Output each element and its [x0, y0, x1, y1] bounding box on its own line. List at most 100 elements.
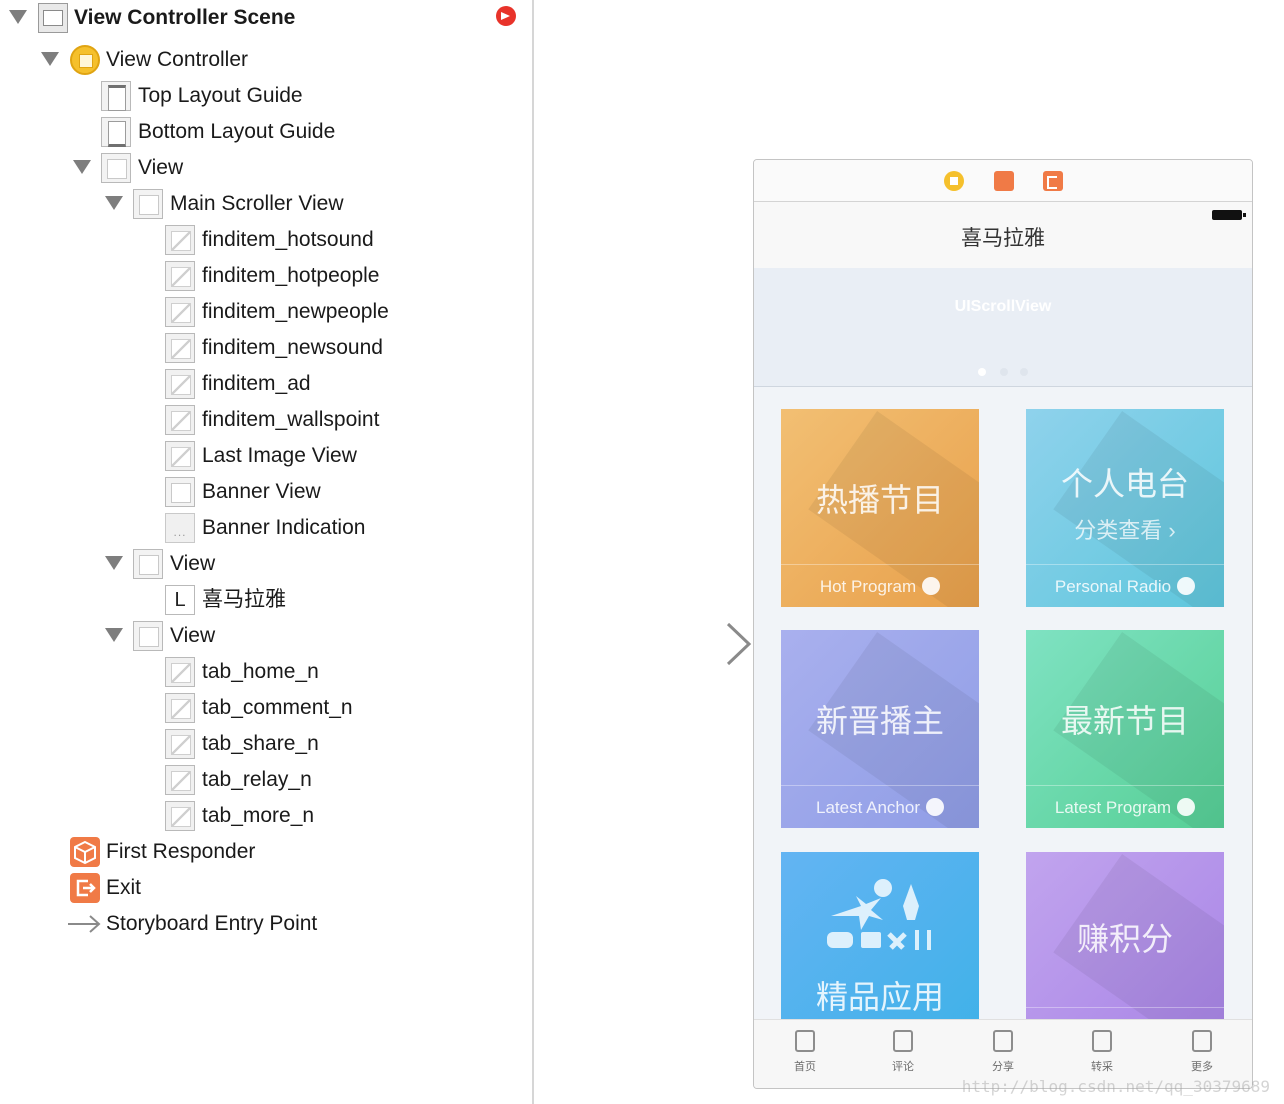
disclosure-triangle-icon[interactable] [73, 160, 91, 174]
outline-label: finditem_wallspoint [202, 408, 380, 431]
tile-title: 新晋播主 [815, 703, 944, 739]
scene-dock [754, 160, 1252, 202]
outline-row-banner-view[interactable]: Banner View [0, 474, 532, 510]
tile-divider [1026, 1007, 1224, 1008]
image-view-icon [165, 441, 195, 471]
disclosure-triangle-icon[interactable] [105, 628, 123, 642]
tab-share[interactable]: 分享 [973, 1028, 1033, 1080]
storyboard-canvas[interactable]: 喜马拉雅 UIScrollView 热播节目 Hot Program 个人电台 … [534, 0, 1284, 1104]
tile-divider [781, 564, 979, 565]
outline-row-view-3[interactable]: View [0, 618, 532, 654]
outline-row-view-controller[interactable]: View Controller [0, 42, 532, 78]
tile-english-text: Personal Radio [1054, 577, 1172, 596]
outline-row-tab-home[interactable]: tab_home_n [0, 654, 532, 690]
outline-label: finditem_ad [202, 372, 311, 395]
main-scroller-view[interactable]: 热播节目 Hot Program 个人电台 分类查看 › Personal Ra… [754, 387, 1252, 1050]
tile-subtitle[interactable]: 分类查看 › [1026, 513, 1224, 545]
tile-title: 个人电台 [1060, 466, 1189, 502]
outline-row-scene[interactable]: View Controller Scene [0, 0, 532, 36]
more-icon [1192, 1030, 1212, 1052]
view-controller-device[interactable]: 喜马拉雅 UIScrollView 热播节目 Hot Program 个人电台 … [753, 159, 1253, 1089]
outline-row-bottom-layout-guide[interactable]: Bottom Layout Guide [0, 114, 532, 150]
outline-row-top-layout-guide[interactable]: Top Layout Guide [0, 78, 532, 114]
outline-row-view-2[interactable]: View [0, 546, 532, 582]
outline-label: finditem_hotsound [202, 228, 374, 251]
outline-row-finditem-newpeople[interactable]: finditem_newpeople [0, 294, 532, 330]
outline-label: First Responder [106, 840, 256, 863]
image-view-icon [165, 333, 195, 363]
page-dot-active[interactable] [978, 368, 986, 376]
share-icon [993, 1030, 1013, 1052]
image-view-icon [165, 405, 195, 435]
tab-label: 评论 [892, 1061, 914, 1073]
outline-row-finditem-hotpeople[interactable]: finditem_hotpeople [0, 258, 532, 294]
relay-icon [1092, 1030, 1112, 1052]
tile-latest-anchor[interactable]: 新晋播主 Latest Anchor [781, 630, 979, 828]
tab-comment[interactable]: 评论 [873, 1028, 933, 1080]
tile-english-label: Latest Program [1026, 798, 1224, 818]
outline-row-finditem-ad[interactable]: finditem_ad [0, 366, 532, 402]
outline-row-main-scroller-view[interactable]: Main Scroller View [0, 186, 532, 222]
outline-row-last-image-view[interactable]: Last Image View [0, 438, 532, 474]
tile-hot-program[interactable]: 热播节目 Hot Program [781, 409, 979, 607]
view-controller-icon [70, 45, 100, 75]
outline-row-banner-indication[interactable]: ... Banner Indication [0, 510, 532, 546]
outline-row-tab-relay[interactable]: tab_relay_n [0, 762, 532, 798]
exit-icon[interactable] [1043, 171, 1063, 191]
rocket-icon [925, 798, 944, 816]
view-controller-icon[interactable] [944, 171, 964, 191]
outline-row-tab-more[interactable]: tab_more_n [0, 798, 532, 834]
tab-home[interactable]: 首页 [775, 1028, 835, 1080]
image-view-icon [165, 657, 195, 687]
tile-latest-program[interactable]: 最新节目 Latest Program [1026, 630, 1224, 828]
nav-title: 喜马拉雅 [961, 227, 1045, 250]
view-icon [133, 621, 163, 651]
outline-row-finditem-newsound[interactable]: finditem_newsound [0, 330, 532, 366]
apps-collage-icon [827, 879, 931, 950]
tab-more[interactable]: 更多 [1172, 1028, 1232, 1080]
scroll-view-icon [133, 189, 163, 219]
tile-english-text: Hot Program [819, 577, 917, 596]
page-dot[interactable] [1000, 368, 1008, 376]
outline-row-title-label[interactable]: L 喜马拉雅 [0, 582, 532, 618]
image-view-icon [165, 369, 195, 399]
outline-row-finditem-hotsound[interactable]: finditem_hotsound [0, 222, 532, 258]
storyboard-entry-arrow-icon[interactable] [620, 622, 752, 666]
tab-relay[interactable]: 转采 [1072, 1028, 1132, 1080]
outline-row-view[interactable]: View [0, 150, 532, 186]
image-view-icon [165, 801, 195, 831]
tile-divider [1026, 785, 1224, 786]
outline-label: finditem_newsound [202, 336, 383, 359]
outline-row-tab-share[interactable]: tab_share_n [0, 726, 532, 762]
outline-row-storyboard-entry-point[interactable]: Storyboard Entry Point [0, 906, 532, 942]
document-outline: View Controller Scene View Controller To… [0, 0, 532, 1104]
scene-exit-badge-icon[interactable] [496, 6, 516, 26]
image-view-icon [165, 225, 195, 255]
outline-row-first-responder[interactable]: First Responder [0, 834, 532, 870]
outline-label: Banner Indication [202, 516, 366, 539]
battery-icon [1212, 210, 1246, 220]
outline-row-finditem-wallspoint[interactable]: finditem_wallspoint [0, 402, 532, 438]
outline-label: Bottom Layout Guide [138, 120, 336, 143]
tile-personal-radio[interactable]: 个人电台 分类查看 › Personal Radio [1026, 409, 1224, 607]
image-view-icon [165, 297, 195, 327]
tab-label: 更多 [1191, 1061, 1213, 1073]
tile-title: 热播节目 [815, 482, 944, 518]
disclosure-triangle-icon[interactable] [41, 52, 59, 66]
disclosure-triangle-icon[interactable] [9, 10, 27, 24]
outline-label: View [138, 156, 184, 179]
disclosure-triangle-icon[interactable] [105, 196, 123, 210]
disclosure-triangle-icon[interactable] [105, 556, 123, 570]
tile-english-label: Personal Radio [1026, 577, 1224, 597]
flame-icon [922, 577, 941, 595]
image-view-icon [165, 729, 195, 759]
first-responder-icon[interactable] [994, 171, 1014, 191]
outline-row-exit[interactable]: Exit [0, 870, 532, 906]
banner-scroll-view[interactable]: UIScrollView [754, 268, 1252, 387]
tile-english-text: Latest Anchor [816, 798, 920, 817]
first-responder-icon [70, 837, 100, 867]
tab-label: 首页 [794, 1061, 816, 1073]
outline-row-tab-comment[interactable]: tab_comment_n [0, 690, 532, 726]
page-dot[interactable] [1020, 368, 1028, 376]
radio-antenna-icon [1177, 577, 1196, 595]
